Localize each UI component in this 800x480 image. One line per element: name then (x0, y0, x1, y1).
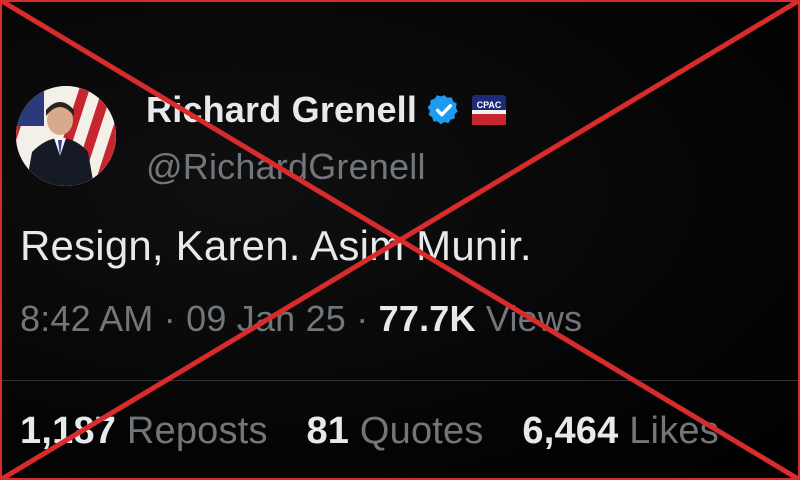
red-frame-border (0, 0, 800, 480)
